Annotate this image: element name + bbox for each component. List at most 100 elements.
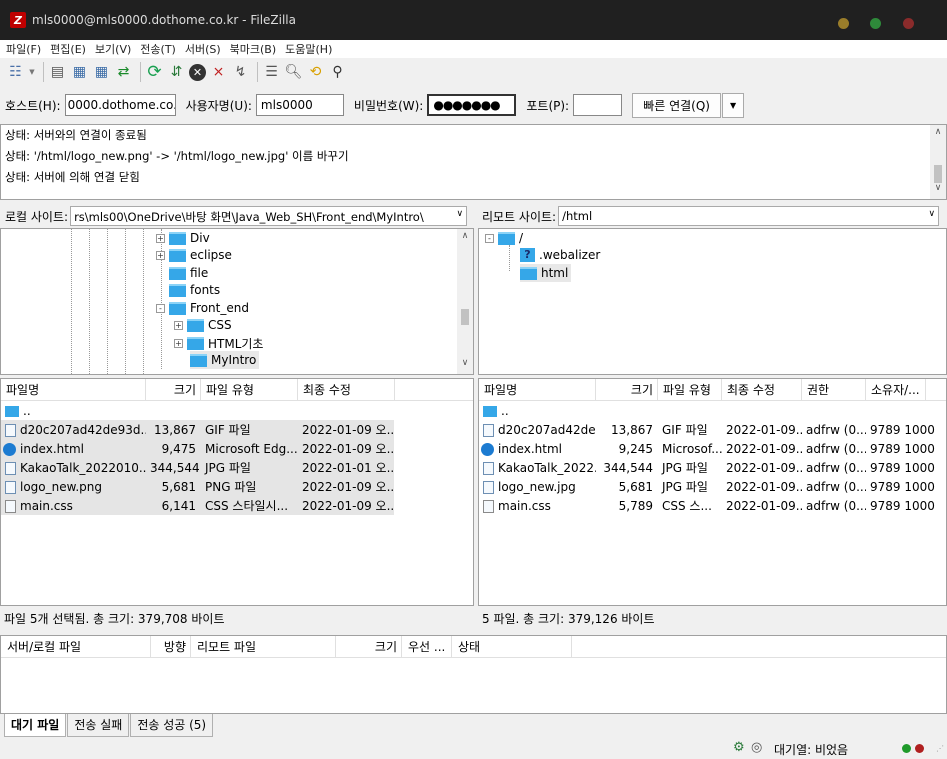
table-row[interactable]: KakaoTalk_2022010... 344,544 JPG 파일 2022… [1,458,394,477]
tree-node-webalizer[interactable]: ? .webalizer [520,246,600,264]
dropdown-arrow-icon[interactable]: ▼ [28,63,36,82]
find-files-icon[interactable]: ⚲ [328,63,347,82]
log-scrollbar[interactable]: ∧ ∨ [930,125,946,199]
menu-server[interactable]: 서버(S) [185,41,221,57]
tree-node-html[interactable]: html [520,264,572,282]
filezilla-app-icon: Z [10,12,26,28]
cancel-operation-icon[interactable]: ✕ [189,63,206,81]
server-settings-icon[interactable]: ⚙ [733,740,745,755]
remote-path-input[interactable]: /html ∨ [558,206,940,226]
column-header-direction[interactable]: 방향 [151,636,191,657]
port-input[interactable] [573,94,623,116]
table-row[interactable]: main.css 5,789 CSS 스... 2022-01-09... ad… [479,496,939,515]
minimize-button[interactable] [838,18,849,29]
resize-grip-icon[interactable]: ⋰ [936,744,944,753]
column-header-remote-file[interactable]: 리모트 파일 [191,636,336,657]
expand-icon[interactable]: + [156,233,165,243]
tree-node-file[interactable]: file [169,264,208,282]
menu-file[interactable]: 파일(F) [6,41,41,57]
synchronized-browsing-icon[interactable]: ⟲ [306,63,325,82]
column-header-server-local-file[interactable]: 서버/로컬 파일 [1,636,151,657]
table-row[interactable]: index.html 9,245 Microsof... 2022-01-09.… [479,439,939,458]
scroll-down-icon[interactable]: ∨ [930,183,946,197]
collapse-icon[interactable]: - [156,303,165,313]
tree-node-eclipse[interactable]: + eclipse [156,246,232,264]
quickconnect-button[interactable]: 빠른 연결(Q) [632,92,722,118]
local-tree-scrollbar[interactable]: ∧ ∨ [457,229,473,374]
column-header-modified[interactable]: 최종 수정 [298,379,395,400]
compare-directories-icon[interactable]: 🔍︎ [284,63,303,82]
table-row[interactable]: d20c207ad42de93d... 13,867 GIF 파일 2022-0… [1,420,394,439]
process-queue-icon[interactable]: ⇵ [167,63,186,82]
table-row-parent[interactable]: .. [479,401,939,420]
column-header-status[interactable]: 상태 [452,636,572,657]
quickconnect-dropdown-icon[interactable]: ▼ [722,92,745,118]
toggle-local-tree-icon[interactable]: ▦ [70,63,89,82]
column-header-priority[interactable]: 우선 ... [402,636,452,657]
column-header-modified[interactable]: 최종 수정 [722,379,802,400]
file-type-cell: GIF 파일 [662,423,708,437]
tab-successful-transfers[interactable]: 전송 성공 (5) [130,714,214,737]
expand-icon[interactable]: + [174,320,183,330]
table-row-parent[interactable]: .. [1,401,401,420]
toggle-remote-tree-icon[interactable]: ▦ [92,63,111,82]
scroll-down-icon[interactable]: ∨ [457,358,473,372]
filter-icon[interactable]: ☰ [262,63,281,82]
close-button[interactable] [903,18,914,29]
file-permissions-cell: adfrw (0... [806,441,866,456]
site-manager-icon[interactable]: ☷ [6,63,25,82]
collapse-icon[interactable]: - [485,233,494,243]
menu-bookmarks[interactable]: 북마크(B) [230,41,277,57]
toggle-log-icon[interactable]: ▤ [48,63,67,82]
image-file-icon [5,461,16,475]
expand-icon[interactable]: + [174,338,183,348]
chevron-down-icon[interactable]: ∨ [453,209,464,219]
speed-limit-icon[interactable]: ◎ [751,740,762,755]
table-row[interactable]: logo_new.png 5,681 PNG 파일 2022-01-09 오..… [1,477,394,496]
tab-failed-transfers[interactable]: 전송 실패 [67,714,130,737]
tab-queued-files[interactable]: 대기 파일 [4,714,67,737]
host-input[interactable]: 0000.dothome.co.kr [64,94,176,116]
chevron-down-icon[interactable]: ∨ [929,209,936,219]
menu-help[interactable]: 도움말(H) [285,41,332,57]
toggle-queue-icon[interactable]: ⇄ [114,63,133,82]
scroll-thumb[interactable] [934,165,942,183]
column-header-type[interactable]: 파일 유형 [201,379,298,400]
column-header-permissions[interactable]: 권한 [802,379,866,400]
table-row[interactable]: KakaoTalk_2022... 344,544 JPG 파일 2022-01… [479,458,939,477]
tree-node-label: Div [190,231,210,245]
tree-node-myintro[interactable]: MyIntro [190,351,260,369]
table-row[interactable]: logo_new.jpg 5,681 JPG 파일 2022-01-09... … [479,477,939,496]
refresh-icon[interactable]: ⟳ [145,63,164,82]
column-header-type[interactable]: 파일 유형 [658,379,722,400]
menu-view[interactable]: 보기(V) [95,41,131,57]
table-row[interactable]: main.css 6,141 CSS 스타일시... 2022-01-09 오.… [1,496,394,515]
tree-node-root[interactable]: - / [485,229,523,247]
column-header-size[interactable]: 크기 [146,379,201,400]
file-icon [483,423,494,437]
tree-node-fonts[interactable]: fonts [169,281,220,299]
column-header-size[interactable]: 크기 [596,379,658,400]
tree-node-front-end[interactable]: - Front_end [156,299,249,317]
disconnect-icon[interactable]: ⨯ [209,63,228,82]
menu-edit[interactable]: 편집(E) [50,41,86,57]
scroll-up-icon[interactable]: ∧ [457,231,473,245]
scroll-thumb[interactable] [461,309,469,325]
tree-node-css[interactable]: + CSS [174,316,232,334]
column-header-owner[interactable]: 소유자/... [866,379,926,400]
maximize-button[interactable] [870,18,881,29]
username-input[interactable]: mls0000 [255,94,344,116]
reconnect-icon[interactable]: ↯ [231,63,250,82]
password-input[interactable]: ●●●●●●● [427,94,517,116]
scroll-up-icon[interactable]: ∧ [930,127,946,141]
tree-node-html-basics[interactable]: + HTML기초 [174,334,263,352]
tree-node-div[interactable]: + Div [156,229,210,247]
column-header-size[interactable]: 크기 [336,636,402,657]
file-owner-cell: 9789 1000 [870,422,935,437]
table-row[interactable]: index.html 9,475 Microsoft Edg... 2022-0… [1,439,394,458]
menu-transfer[interactable]: 전송(T) [140,41,176,57]
expand-icon[interactable]: + [156,250,165,260]
local-path-input[interactable]: rs\mls00\OneDrive\바탕 화면\Java_Web_SH\Fron… [70,206,468,226]
table-row[interactable]: d20c207ad42de... 13,867 GIF 파일 2022-01-0… [479,420,939,439]
folder-icon [169,301,186,315]
